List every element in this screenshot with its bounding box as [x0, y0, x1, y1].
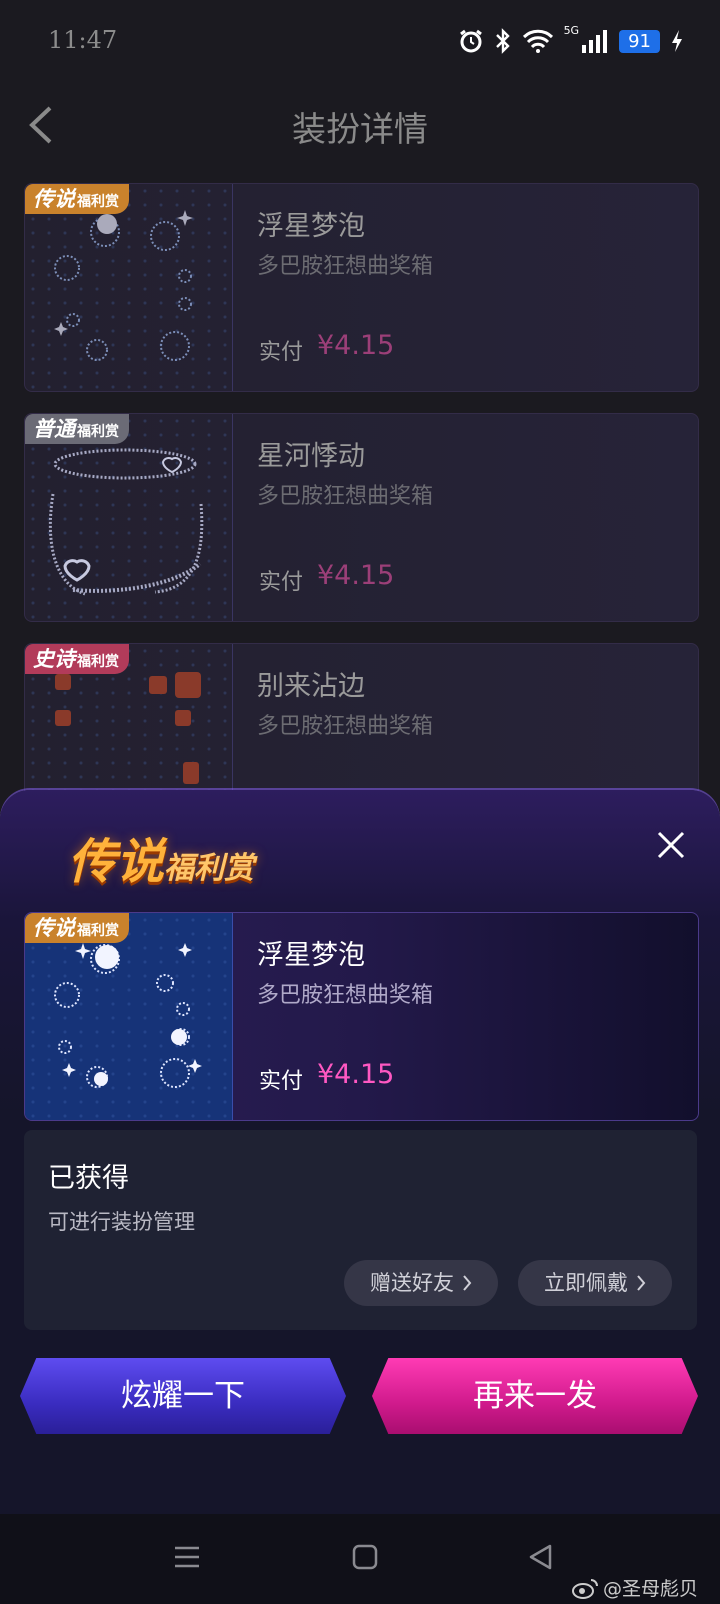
- gift-friend-button[interactable]: 赠送好友: [344, 1260, 498, 1306]
- item-list: 传说 福利赏 浮星梦泡 多巴胺狂想曲奖箱 实付 ¥4.15 普通 福利赏 星河悸动 …: [24, 183, 699, 873]
- list-item[interactable]: 传说 福利赏 浮星梦泡 多巴胺狂想曲奖箱 实付 ¥4.15: [24, 183, 699, 392]
- item-name: 浮星梦泡: [257, 940, 365, 971]
- list-item[interactable]: 普通 福利赏 星河悸动 多巴胺狂想曲奖箱 实付 ¥4.15: [24, 413, 699, 622]
- home-icon[interactable]: [350, 1542, 380, 1572]
- item-thumbnail: 传说 福利赏: [25, 913, 233, 1120]
- item-source: 多巴胺狂想曲奖箱: [257, 484, 434, 509]
- rarity-badge: 传说 福利赏: [25, 913, 129, 943]
- network-label: 5G: [563, 24, 580, 37]
- item-price: ¥4.15: [317, 330, 395, 361]
- paid-label: 实付: [259, 570, 304, 595]
- item-name: 星河悸动: [257, 441, 365, 472]
- menu-icon[interactable]: [172, 1542, 202, 1572]
- item-price: ¥4.15: [317, 1059, 395, 1090]
- owned-status: 已获得: [48, 1163, 129, 1194]
- item-name: 浮星梦泡: [257, 211, 365, 242]
- watermark: @圣母彪贝: [571, 1574, 698, 1601]
- wear-now-button[interactable]: 立即佩戴: [518, 1260, 672, 1306]
- bubble-art: [54, 943, 202, 1088]
- item-source: 多巴胺狂想曲奖箱: [257, 714, 434, 739]
- paid-label: 实付: [259, 1069, 304, 1094]
- draw-again-button[interactable]: 再来一发: [372, 1358, 698, 1434]
- status-icons: 5G 91: [458, 24, 684, 58]
- item-source: 多巴胺狂想曲奖箱: [257, 254, 434, 279]
- signal-icon: [582, 30, 608, 53]
- top-bar: 装扮详情: [0, 90, 720, 160]
- back-nav-icon[interactable]: [526, 1542, 556, 1572]
- owned-description: 可进行装扮管理: [48, 1210, 195, 1234]
- status-time: 11:47: [48, 26, 118, 54]
- item-thumbnail: 传说 福利赏: [25, 184, 233, 391]
- status-bar: 11:47 5G 91: [0, 0, 720, 80]
- bluetooth-icon: [495, 28, 510, 54]
- rarity-badge: 普通 福利赏: [25, 414, 129, 444]
- charging-icon: [672, 30, 682, 52]
- chevron-right-icon: [637, 1275, 646, 1291]
- galaxy-ring-art: [48, 448, 204, 596]
- chevron-right-icon: [463, 1275, 472, 1291]
- item-thumbnail: 普通 福利赏: [25, 414, 233, 621]
- featured-item-card: 传说 福利赏 浮星梦泡 多巴胺狂想曲奖箱 实付 ¥4.15: [24, 912, 699, 1121]
- paid-label: 实付: [259, 340, 304, 365]
- item-source: 多巴胺狂想曲奖箱: [257, 983, 434, 1008]
- item-price: ¥4.15: [317, 560, 395, 591]
- alarm-icon: [459, 29, 482, 53]
- rarity-badge: 史诗 福利赏: [25, 644, 129, 674]
- battery-level: 91: [619, 29, 660, 53]
- close-button[interactable]: [656, 830, 686, 860]
- show-off-button[interactable]: 炫耀一下: [20, 1358, 346, 1434]
- bubble-art: [54, 210, 193, 361]
- prize-sheet: 传说福利赏 传说 福利赏 浮星梦泡 多巴胺狂想曲奖箱 实付 ¥4.15 已获得 …: [0, 790, 720, 1514]
- ownership-panel: 已获得 可进行装扮管理 赠送好友 立即佩戴: [24, 1130, 697, 1330]
- rarity-badge: 传说 福利赏: [25, 184, 129, 214]
- weibo-icon: [571, 1578, 598, 1599]
- wifi-icon: [522, 29, 553, 53]
- item-name: 别来沾边: [257, 671, 365, 702]
- page-title: 装扮详情: [292, 110, 428, 150]
- sheet-title: 传说福利赏: [68, 834, 255, 890]
